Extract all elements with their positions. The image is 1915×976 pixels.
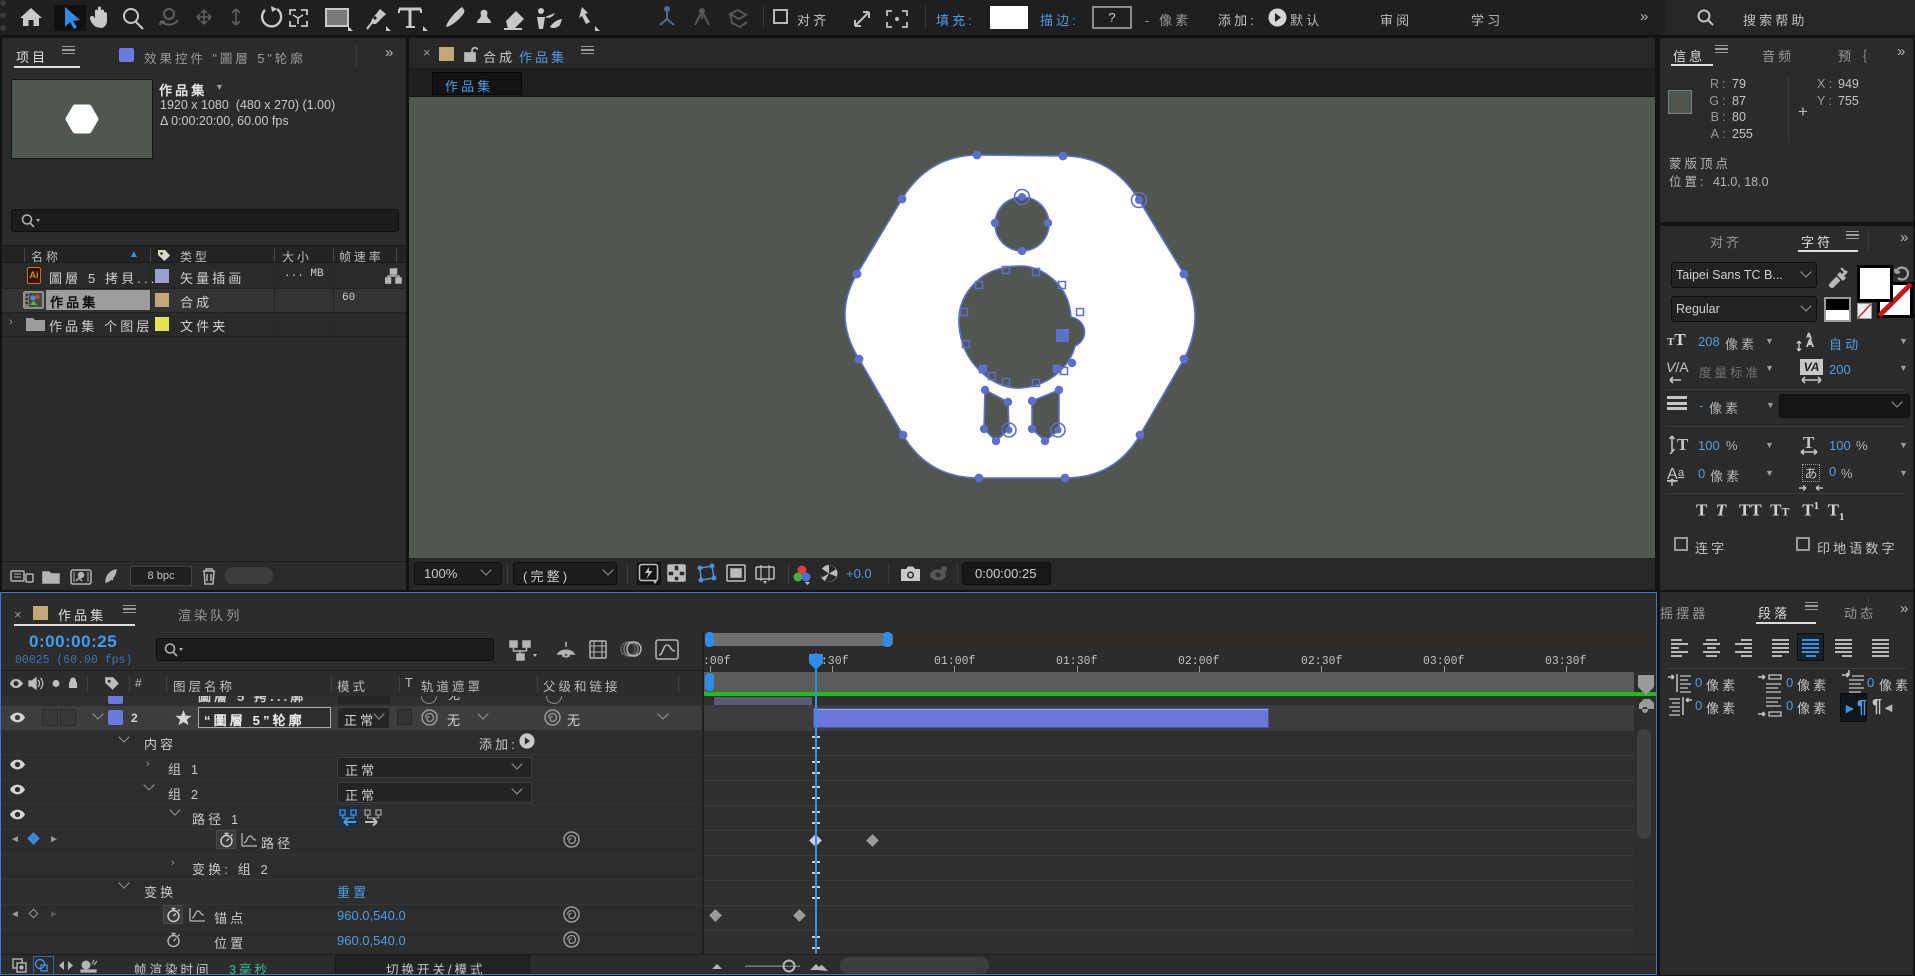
svg-text:T: T xyxy=(1803,434,1815,452)
svg-text:a: a xyxy=(1678,467,1685,479)
svg-text:T: T xyxy=(1677,435,1689,454)
